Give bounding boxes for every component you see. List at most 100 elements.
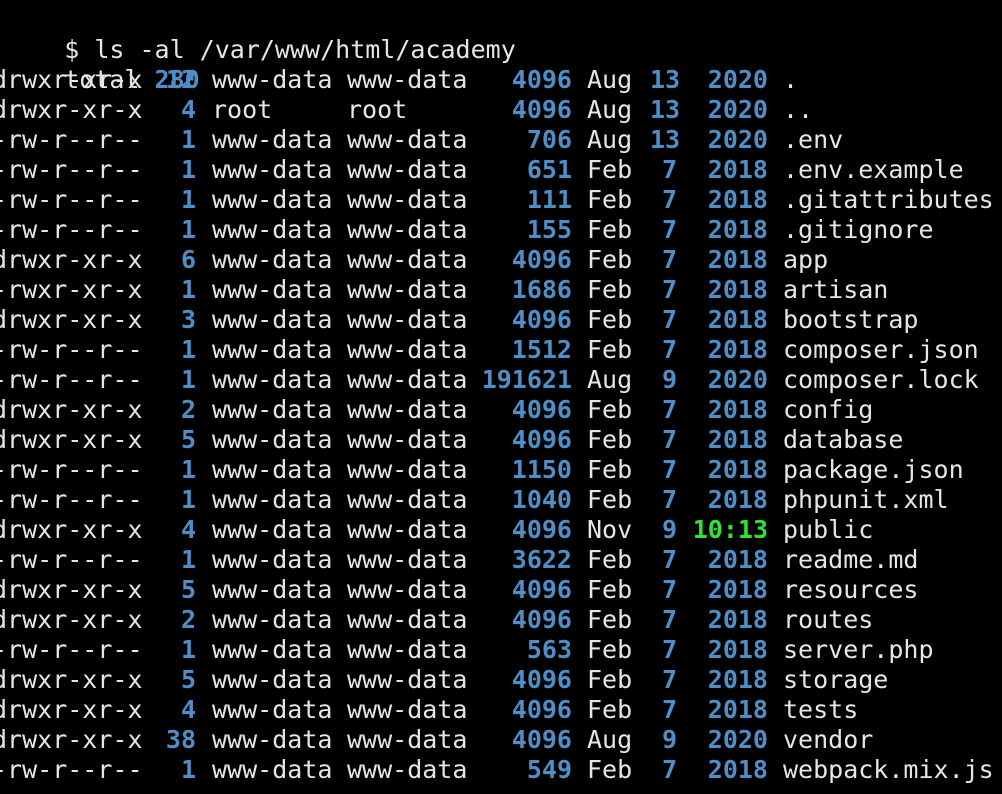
year-or-time-cell: 2018 [707, 455, 768, 484]
day-cell: 9 [661, 515, 677, 544]
owner-cell: www-data [212, 635, 333, 664]
day-cell: 7 [661, 335, 677, 364]
size-cell: 3622 [511, 545, 572, 574]
permissions-cell: -rw-r--r-- [0, 125, 143, 154]
link-count-cell: 2 [180, 605, 196, 634]
day-cell: 7 [661, 695, 677, 724]
group-cell: www-data [347, 665, 468, 694]
filename-cell: bootstrap [783, 305, 919, 334]
permissions-cell: drwxr-xr-x [0, 695, 143, 724]
year-or-time-cell: 2020 [707, 125, 768, 154]
link-count-cell: 1 [180, 455, 196, 484]
owner-cell: root [212, 95, 273, 124]
permissions-cell: drwxr-xr-x [0, 65, 143, 94]
link-count-cell: 3 [180, 305, 196, 334]
day-cell: 13 [650, 125, 681, 154]
year-or-time-cell: 2018 [707, 425, 768, 454]
year-or-time-cell: 2018 [707, 605, 768, 634]
day-cell: 7 [661, 635, 677, 664]
permissions-cell: drwxr-xr-x [0, 575, 143, 604]
day-cell: 7 [661, 215, 677, 244]
permissions-cell: drwxr-xr-x [0, 425, 143, 454]
owner-cell: www-data [212, 365, 333, 394]
group-cell: www-data [347, 755, 468, 784]
link-count-cell: 1 [180, 155, 196, 184]
size-cell: 4096 [511, 575, 572, 604]
listing-row: drwxr-xr-x 4 www-data www-data 4096 Nov 9 10:13… [0, 515, 1002, 545]
year-or-time-cell: 2018 [707, 395, 768, 424]
year-or-time-cell: 2020 [707, 365, 768, 394]
filename-cell: server.php [783, 635, 934, 664]
owner-cell: www-data [212, 695, 333, 724]
filename-cell: .. [783, 95, 814, 124]
owner-cell: www-data [212, 575, 333, 604]
group-cell: www-data [347, 365, 468, 394]
month-cell: Feb [587, 545, 633, 574]
size-cell: 111 [526, 185, 572, 214]
link-count-cell: 5 [180, 575, 196, 604]
size-cell: 651 [526, 155, 572, 184]
year-or-time-cell: 10:13 [692, 515, 768, 544]
day-cell: 7 [661, 545, 677, 574]
permissions-cell: drwxr-xr-x [0, 665, 143, 694]
group-cell: www-data [347, 215, 468, 244]
size-cell: 549 [526, 755, 572, 784]
listing-row: drwxr-xr-x 3 www-data www-data 4096 Feb 7 2018 b… [0, 305, 1002, 335]
year-or-time-cell: 2018 [707, 755, 768, 784]
owner-cell: www-data [212, 245, 333, 274]
listing-row: -rw-r--r-- 1 www-data www-data 706 Aug 13 2020.… [0, 125, 1002, 155]
link-count-cell: 12 [165, 65, 196, 94]
year-or-time-cell: 2020 [707, 725, 768, 754]
year-or-time-cell: 2018 [707, 185, 768, 214]
filename-cell: resources [783, 575, 919, 604]
link-count-cell: 1 [180, 365, 196, 394]
listing-row: drwxr-xr-x 5 www-data www-data 4096 Feb 7 2018 r… [0, 575, 1002, 605]
group-cell: www-data [347, 485, 468, 514]
link-count-cell: 1 [180, 185, 196, 214]
day-cell: 7 [661, 665, 677, 694]
month-cell: Feb [587, 185, 633, 214]
listing-row: drwxr-xr-x 4 www-data www-data 4096 Feb 7 2018 t… [0, 695, 1002, 725]
filename-cell: artisan [783, 275, 889, 304]
month-cell: Aug [587, 65, 633, 94]
terminal-window[interactable]: $ ls -al /var/www/html/academy total 280… [0, 0, 1002, 794]
link-count-cell: 1 [180, 335, 196, 364]
day-cell: 7 [661, 455, 677, 484]
link-count-cell: 2 [180, 395, 196, 424]
day-cell: 7 [661, 575, 677, 604]
listing-row: drwxr-xr-x 38 www-data www-data 4096 Aug 9 2020… [0, 725, 1002, 755]
day-cell: 9 [661, 725, 677, 754]
size-cell: 4096 [511, 305, 572, 334]
link-count-cell: 1 [180, 485, 196, 514]
filename-cell: config [783, 395, 874, 424]
command-line: $ ls -al /var/www/html/academy [4, 5, 516, 64]
size-cell: 4096 [511, 665, 572, 694]
link-count-cell: 4 [180, 695, 196, 724]
link-count-cell: 1 [180, 275, 196, 304]
filename-cell: . [783, 65, 799, 94]
owner-cell: www-data [212, 395, 333, 424]
day-cell: 7 [661, 185, 677, 214]
listing-row: -rw-r--r-- 1 www-data www-data 191621 Aug 9 202… [0, 365, 1002, 395]
month-cell: Feb [587, 665, 633, 694]
listing-row: drwxr-xr-x 6 www-data www-data 4096 Feb 7 2018 a… [0, 245, 1002, 275]
day-cell: 7 [661, 275, 677, 304]
month-cell: Feb [587, 485, 633, 514]
permissions-cell: drwxr-xr-x [0, 395, 143, 424]
group-cell: www-data [347, 515, 468, 544]
permissions-cell: -rwxr-xr-x [0, 275, 143, 304]
month-cell: Feb [587, 575, 633, 604]
owner-cell: www-data [212, 185, 333, 214]
month-cell: Feb [587, 635, 633, 664]
filename-cell: vendor [783, 725, 874, 754]
year-or-time-cell: 2018 [707, 635, 768, 664]
permissions-cell: -rw-r--r-- [0, 185, 143, 214]
owner-cell: www-data [212, 215, 333, 244]
filename-cell: .env [783, 125, 844, 154]
filename-cell: composer.lock [783, 365, 979, 394]
link-count-cell: 1 [180, 215, 196, 244]
size-cell: 191621 [481, 365, 572, 394]
link-count-cell: 4 [180, 515, 196, 544]
group-cell: www-data [347, 575, 468, 604]
listing-row: drwxr-xr-x 2 www-data www-data 4096 Feb 7 2018 r… [0, 605, 1002, 635]
